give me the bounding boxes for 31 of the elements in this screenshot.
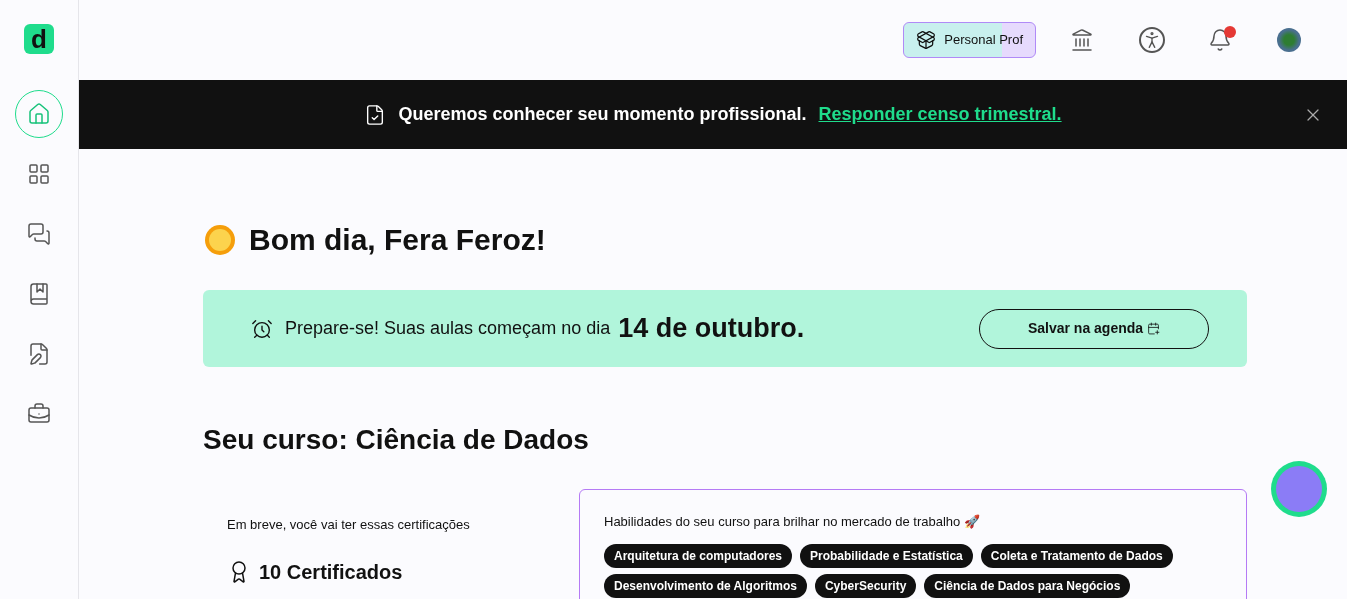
avatar[interactable]: [1277, 28, 1301, 52]
home-icon: [27, 102, 51, 126]
chat-icon: [27, 222, 51, 246]
announcement-text: Queremos conhecer seu momento profissional.: [398, 103, 807, 126]
personal-prof-button[interactable]: Personal Prof: [903, 22, 1036, 58]
course-title: Seu curso: Ciência de Dados: [203, 423, 590, 457]
logo[interactable]: d: [24, 24, 54, 54]
skill-tag: CyberSecurity: [814, 573, 917, 598]
briefcase-icon: [27, 402, 51, 426]
skill-tag: Probabilidade e Estatística: [800, 543, 973, 568]
notice-text: Prepare-se! Suas aulas começam no dia: [285, 317, 611, 340]
grid-icon: [27, 162, 51, 186]
census-link[interactable]: Responder censo trimestral.: [818, 101, 1062, 128]
assistant-avatar[interactable]: [1271, 461, 1327, 517]
book-icon: [27, 282, 51, 306]
notes-icon: [27, 342, 51, 366]
start-date: 14 de outubro.: [618, 312, 805, 346]
greeting: Bom dia, Fera Feroz!: [249, 222, 546, 258]
skill-tag: Ciência de Dados para Negócios: [924, 573, 1131, 598]
certificate-count: 10 Certificados: [259, 559, 403, 585]
sun-icon: [203, 222, 237, 257]
skills-title: Habilidades do seu curso para brilhar no mercado de trabalho 🚀: [604, 513, 981, 531]
skill-tag: Desenvolvimento de Algoritmos: [604, 573, 807, 598]
certifications-intro: Em breve, você vai ter essas certificações: [227, 516, 471, 534]
bell-icon: [1208, 28, 1232, 52]
accessibility-icon[interactable]: [1139, 27, 1165, 53]
skill-tag: Arquitetura de computadores: [604, 543, 793, 568]
calendar-plus-icon: [1147, 322, 1161, 335]
alarm-clock-icon: [251, 317, 273, 340]
skill-tag: Coleta e Tratamento de Dados: [980, 543, 1173, 568]
bank-icon[interactable]: [1070, 28, 1094, 52]
